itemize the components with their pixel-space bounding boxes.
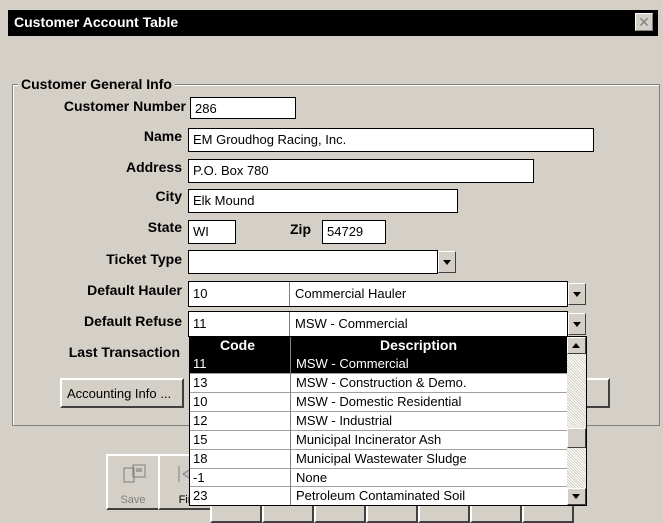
item-code: -1 bbox=[193, 470, 205, 485]
city-field[interactable]: Elk Mound bbox=[188, 189, 458, 213]
column-divider bbox=[290, 337, 291, 505]
row-divider bbox=[190, 449, 567, 450]
default-refuse-combo[interactable]: 11 MSW - Commercial bbox=[188, 311, 568, 337]
accounting-info-label: Accounting Info ... bbox=[67, 386, 172, 401]
item-code: 23 bbox=[193, 488, 208, 503]
dialog: Customer Account Table ✕ Customer Genera… bbox=[0, 0, 663, 523]
column-separator bbox=[289, 312, 290, 336]
item-description: MSW - Domestic Residential bbox=[296, 394, 462, 409]
list-item[interactable]: 11 MSW - Commercial bbox=[190, 355, 567, 373]
description-column-header: Description bbox=[380, 337, 458, 353]
close-button[interactable]: ✕ bbox=[635, 13, 653, 31]
item-description: Municipal Incinerator Ash bbox=[296, 432, 442, 447]
scroll-thumb[interactable] bbox=[567, 428, 586, 448]
customer-number-field[interactable]: 286 bbox=[190, 97, 296, 119]
item-code: 13 bbox=[193, 375, 208, 390]
last-transaction-label: Last Transaction bbox=[68, 344, 180, 360]
row-divider bbox=[190, 373, 567, 374]
group-legend: Customer General Info bbox=[18, 76, 175, 92]
list-item[interactable]: 18 Municipal Wastewater Sludge bbox=[190, 450, 567, 468]
save-button[interactable]: Save bbox=[106, 454, 160, 510]
list-item[interactable]: 12 MSW - Industrial bbox=[190, 412, 567, 430]
column-separator bbox=[289, 282, 290, 306]
refuse-description: MSW - Commercial bbox=[295, 316, 408, 331]
item-code: 15 bbox=[193, 432, 208, 447]
code-column-header: Code bbox=[220, 337, 255, 353]
chevron-down-icon bbox=[573, 322, 581, 327]
row-divider bbox=[190, 486, 567, 487]
hauler-dropdown-button[interactable] bbox=[568, 283, 586, 305]
chevron-up-icon bbox=[572, 343, 580, 348]
save-label: Save bbox=[120, 494, 146, 506]
ticket-type-label: Ticket Type bbox=[106, 251, 182, 267]
refuse-dropdown-button[interactable] bbox=[568, 313, 586, 335]
chevron-down-icon bbox=[572, 494, 580, 499]
zip-label: Zip bbox=[290, 221, 311, 237]
row-divider bbox=[190, 430, 567, 431]
close-icon: ✕ bbox=[638, 14, 650, 30]
city-label: City bbox=[155, 188, 182, 204]
item-description: None bbox=[296, 470, 328, 485]
name-label: Name bbox=[143, 128, 182, 144]
item-description: Municipal Wastewater Sludge bbox=[296, 451, 467, 466]
item-code: 11 bbox=[193, 356, 207, 371]
title-bar: Customer Account Table ✕ bbox=[8, 10, 658, 36]
list-item[interactable]: 23 Petroleum Contaminated Soil bbox=[190, 487, 567, 505]
customer-number-label: Customer Number bbox=[63, 98, 186, 114]
item-code: 10 bbox=[193, 394, 208, 409]
list-scrollbar[interactable] bbox=[567, 337, 586, 505]
scroll-down-button[interactable] bbox=[567, 488, 586, 505]
address-field[interactable]: P.O. Box 780 bbox=[188, 159, 534, 183]
list-item[interactable]: 10 MSW - Domestic Residential bbox=[190, 393, 567, 411]
default-refuse-label: Default Refuse bbox=[83, 313, 182, 329]
item-description: MSW - Construction & Demo. bbox=[296, 375, 467, 390]
list-item[interactable]: -1 None bbox=[190, 469, 567, 487]
hauler-description: Commercial Hauler bbox=[295, 286, 407, 301]
hauler-code: 10 bbox=[193, 286, 208, 301]
item-description: MSW - Industrial bbox=[296, 413, 393, 428]
default-hauler-label: Default Hauler bbox=[87, 282, 182, 298]
window-title: Customer Account Table bbox=[14, 14, 179, 30]
refuse-dropdown-list[interactable]: Code Description 11 MSW - Commercial 13 … bbox=[189, 336, 587, 506]
state-field[interactable]: WI bbox=[188, 220, 236, 244]
ticket-type-dropdown-button[interactable] bbox=[438, 251, 456, 273]
accounting-info-button[interactable]: Accounting Info ... bbox=[60, 378, 184, 408]
row-divider bbox=[190, 468, 567, 469]
item-description: Petroleum Contaminated Soil bbox=[296, 488, 466, 503]
chevron-down-icon bbox=[573, 292, 581, 297]
row-divider bbox=[190, 392, 567, 393]
chevron-down-icon bbox=[443, 260, 451, 265]
side-button[interactable] bbox=[584, 378, 610, 408]
zip-field[interactable]: 54729 bbox=[322, 220, 386, 244]
item-code: 12 bbox=[193, 413, 208, 428]
list-item[interactable]: 15 Municipal Incinerator Ash bbox=[190, 431, 567, 449]
list-header: Code Description bbox=[190, 337, 567, 355]
address-label: Address bbox=[125, 159, 182, 175]
ticket-type-combo[interactable] bbox=[188, 250, 438, 274]
save-icon bbox=[123, 464, 146, 483]
item-description: MSW - Commercial bbox=[296, 356, 409, 371]
refuse-code: 11 bbox=[193, 316, 207, 331]
row-divider bbox=[190, 411, 567, 412]
item-code: 18 bbox=[193, 451, 208, 466]
default-hauler-combo[interactable]: 10 Commercial Hauler bbox=[188, 281, 568, 307]
list-item[interactable]: 13 MSW - Construction & Demo. bbox=[190, 374, 567, 392]
name-field[interactable]: EM Groudhog Racing, Inc. bbox=[188, 128, 594, 152]
state-label: State bbox=[147, 219, 182, 235]
scroll-up-button[interactable] bbox=[567, 337, 586, 354]
